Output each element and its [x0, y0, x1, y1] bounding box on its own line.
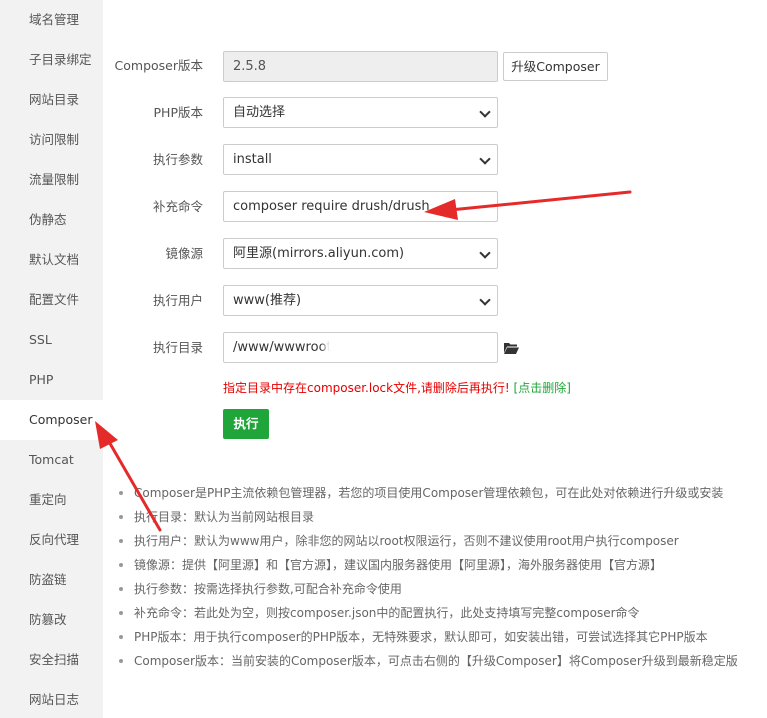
sidebar-item-site-log[interactable]: 网站日志: [0, 680, 103, 718]
help-item: 补充命令：若此处为空，则按composer.json中的配置执行，此处支持填写完…: [118, 601, 738, 625]
sidebar-item-tomcat[interactable]: Tomcat: [0, 440, 103, 480]
extra-command-label: 补充命令: [152, 199, 203, 214]
extra-command-input[interactable]: composer require drush/drush: [223, 191, 498, 222]
delete-lock-link[interactable]: [点击删除]: [514, 381, 571, 395]
exec-params-select[interactable]: install: [223, 144, 498, 175]
help-item: 执行目录：默认为当前网站根目录: [118, 505, 738, 529]
mirror-select[interactable]: 阿里源(mirrors.aliyun.com): [223, 238, 498, 269]
help-item: 执行用户：默认为www用户，除非您的网站以root权限运行，否则不建议使用roo…: [118, 529, 738, 553]
sidebar-item-tamper-proof[interactable]: 防篡改: [0, 600, 103, 640]
sidebar-item-domain[interactable]: 域名管理: [0, 0, 103, 40]
help-item: 执行参数：按需选择执行参数,可配合补充命令使用: [118, 577, 738, 601]
folder-open-icon[interactable]: [503, 341, 519, 355]
sidebar-item-composer[interactable]: Composer: [0, 400, 103, 440]
exec-dir-label: 执行目录: [152, 340, 203, 355]
execute-button[interactable]: 执行: [223, 409, 269, 439]
sidebar-item-security-scan[interactable]: 安全扫描: [0, 640, 103, 680]
upgrade-composer-button[interactable]: 升级Composer: [503, 52, 608, 81]
sidebar-item-redirect[interactable]: 重定向: [0, 480, 103, 520]
redacted-path-blur: [325, 338, 391, 358]
sidebar-item-hotlink[interactable]: 防盗链: [0, 560, 103, 600]
composer-version-label: Composer版本: [114, 58, 203, 73]
php-version-select[interactable]: 自动选择: [223, 97, 498, 128]
help-item: Composer版本：当前安装的Composer版本，可点击右侧的【升级Comp…: [118, 649, 738, 673]
lock-file-warning: 指定目录中存在composer.lock文件,请删除后再执行! [点击删除]: [223, 379, 571, 396]
php-version-label: PHP版本: [153, 105, 203, 120]
composer-version-field: 2.5.8: [223, 51, 498, 82]
exec-user-select[interactable]: www(推荐): [223, 285, 498, 316]
sidebar-item-php[interactable]: PHP: [0, 360, 103, 400]
help-list: Composer是PHP主流依赖包管理器，若您的项目使用Composer管理依赖…: [118, 481, 738, 673]
mirror-label: 镜像源: [165, 246, 203, 261]
exec-params-label: 执行参数: [152, 152, 203, 167]
warning-text: 指定目录中存在composer.lock文件,请删除后再执行!: [223, 381, 510, 395]
help-item: Composer是PHP主流依赖包管理器，若您的项目使用Composer管理依赖…: [118, 481, 738, 505]
exec-user-label: 执行用户: [152, 293, 203, 308]
sidebar-item-reverse-proxy[interactable]: 反向代理: [0, 520, 103, 560]
help-item: PHP版本：用于执行composer的PHP版本，无特殊要求，默认即可，如安装出…: [118, 625, 738, 649]
help-item: 镜像源：提供【阿里源】和【官方源】，建议国内服务器使用【阿里源】，海外服务器使用…: [118, 553, 738, 577]
